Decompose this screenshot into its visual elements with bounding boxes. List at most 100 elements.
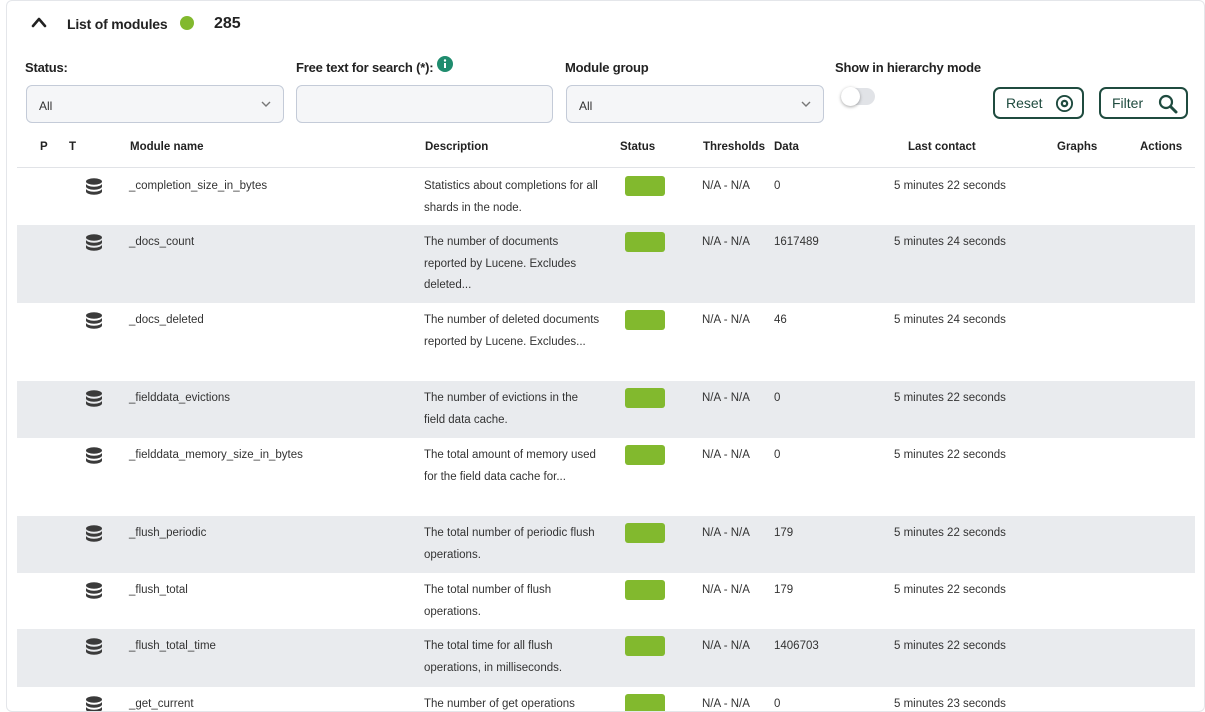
status-badge	[625, 636, 665, 656]
reset-button-label: Reset	[1006, 95, 1043, 111]
modules-panel: List of modules 285 Status: Free text fo…	[6, 0, 1205, 712]
col-header-status[interactable]: Status	[620, 141, 655, 153]
col-header-description: Description	[425, 141, 489, 153]
table-row[interactable]: _flush_periodic The total number of perio…	[17, 516, 1195, 573]
module-thresholds: N/A - N/A	[702, 392, 750, 404]
group-select-value: All	[579, 99, 593, 113]
table-row[interactable]: _fielddata_memory_size_in_bytes The total…	[17, 438, 1195, 516]
module-data: 0	[774, 698, 781, 710]
database-icon	[86, 447, 102, 464]
module-data: 1406703	[774, 640, 819, 652]
database-icon	[86, 234, 102, 251]
col-header-module-name[interactable]: Module name	[130, 141, 203, 153]
module-last-contact: 5 minutes 22 seconds	[894, 449, 1006, 461]
status-badge	[625, 694, 665, 711]
status-badge	[625, 523, 665, 543]
module-name[interactable]: _flush_total	[129, 584, 188, 596]
table-row[interactable]: _docs_deleted The number of deleted docum…	[17, 303, 1195, 381]
table-row[interactable]: _fielddata_evictions The number of evicti…	[17, 381, 1195, 438]
module-group-select[interactable]: All	[566, 85, 824, 123]
module-last-contact: 5 minutes 22 seconds	[894, 180, 1006, 192]
info-icon[interactable]	[437, 56, 453, 72]
col-header-thresholds: Thresholds	[703, 141, 765, 153]
table-row[interactable]: _docs_count The number of documents repor…	[17, 225, 1195, 303]
status-dot	[180, 16, 194, 30]
module-data: 46	[774, 314, 787, 326]
chevron-down-icon	[801, 101, 811, 107]
module-data: 1617489	[774, 236, 819, 248]
status-badge	[625, 232, 665, 252]
module-thresholds: N/A - N/A	[702, 584, 750, 596]
module-name[interactable]: _completion_size_in_bytes	[129, 180, 267, 192]
table-row[interactable]: _completion_size_in_bytes Statistics abou…	[17, 169, 1195, 225]
hierarchy-label: Show in hierarchy mode	[835, 60, 981, 75]
module-description: The number of deleted documents reported…	[424, 314, 600, 348]
database-icon	[86, 525, 102, 542]
chevron-down-icon	[261, 101, 271, 107]
module-description: Statistics about completions for all sha…	[424, 180, 598, 214]
database-icon	[86, 638, 102, 655]
toggle-knob	[841, 87, 860, 106]
module-data: 0	[774, 180, 781, 192]
module-thresholds: N/A - N/A	[702, 236, 750, 248]
table-row[interactable]: _flush_total_time The total time for all …	[17, 629, 1195, 687]
module-thresholds: N/A - N/A	[702, 314, 750, 326]
module-name[interactable]: _fielddata_memory_size_in_bytes	[129, 449, 303, 461]
module-description: The total time for all flush operations,…	[424, 640, 563, 674]
search-input[interactable]	[296, 85, 553, 123]
module-data: 0	[774, 449, 781, 461]
module-last-contact: 5 minutes 22 seconds	[894, 392, 1006, 404]
module-description: The number of get operations	[424, 698, 575, 710]
table-row[interactable]: _flush_total The total number of flush op…	[17, 573, 1195, 629]
filter-button[interactable]: Filter	[1099, 87, 1188, 119]
col-header-t: T	[69, 141, 77, 153]
database-icon	[86, 582, 102, 599]
module-thresholds: N/A - N/A	[702, 527, 750, 539]
filter-button-label: Filter	[1112, 95, 1144, 111]
module-name[interactable]: _get_current	[129, 698, 194, 710]
module-description: The total amount of memory used for the …	[424, 449, 596, 483]
module-last-contact: 5 minutes 22 seconds	[894, 584, 1006, 596]
module-data: 179	[774, 584, 794, 596]
module-last-contact: 5 minutes 22 seconds	[894, 640, 1006, 652]
module-thresholds: N/A - N/A	[702, 449, 750, 461]
table-row[interactable]: _get_current The number of get operations…	[17, 687, 1195, 711]
reset-button[interactable]: Reset	[993, 87, 1084, 119]
search-filter-label: Free text for search (*):	[296, 60, 434, 75]
module-name[interactable]: _docs_deleted	[129, 314, 204, 326]
module-description: The number of evictions in the field dat…	[424, 392, 579, 426]
hierarchy-toggle[interactable]	[841, 87, 875, 106]
module-last-contact: 5 minutes 24 seconds	[894, 314, 1006, 326]
module-last-contact: 5 minutes 23 seconds	[894, 698, 1006, 710]
module-name[interactable]: _flush_total_time	[129, 640, 216, 652]
col-header-last-contact[interactable]: Last contact	[908, 141, 976, 153]
col-header-data: Data	[774, 141, 799, 153]
database-icon	[86, 178, 102, 195]
chevron-up-icon[interactable]	[31, 15, 47, 29]
database-icon	[86, 312, 102, 329]
module-thresholds: N/A - N/A	[702, 698, 750, 710]
panel-title: List of modules	[67, 16, 168, 32]
group-filter-label: Module group	[565, 60, 649, 75]
status-badge	[625, 580, 665, 600]
database-icon	[86, 696, 102, 711]
status-badge	[625, 445, 665, 465]
module-thresholds: N/A - N/A	[702, 640, 750, 652]
database-icon	[86, 390, 102, 407]
module-name[interactable]: _flush_periodic	[129, 527, 206, 539]
header-divider	[17, 167, 1195, 168]
module-name[interactable]: _docs_count	[129, 236, 194, 248]
status-filter-label: Status:	[25, 60, 68, 75]
module-name[interactable]: _fielddata_evictions	[129, 392, 230, 404]
panel-header: List of modules 285	[7, 1, 1204, 47]
module-last-contact: 5 minutes 22 seconds	[894, 527, 1006, 539]
module-last-contact: 5 minutes 24 seconds	[894, 236, 1006, 248]
col-header-graphs: Graphs	[1057, 141, 1098, 153]
status-badge	[625, 176, 665, 196]
status-select-value: All	[39, 99, 53, 113]
module-count: 285	[214, 15, 241, 32]
search-icon	[1158, 94, 1178, 114]
status-select[interactable]: All	[26, 85, 284, 123]
col-header-p: P	[40, 141, 48, 153]
module-description: The total number of periodic flush opera…	[424, 527, 595, 561]
